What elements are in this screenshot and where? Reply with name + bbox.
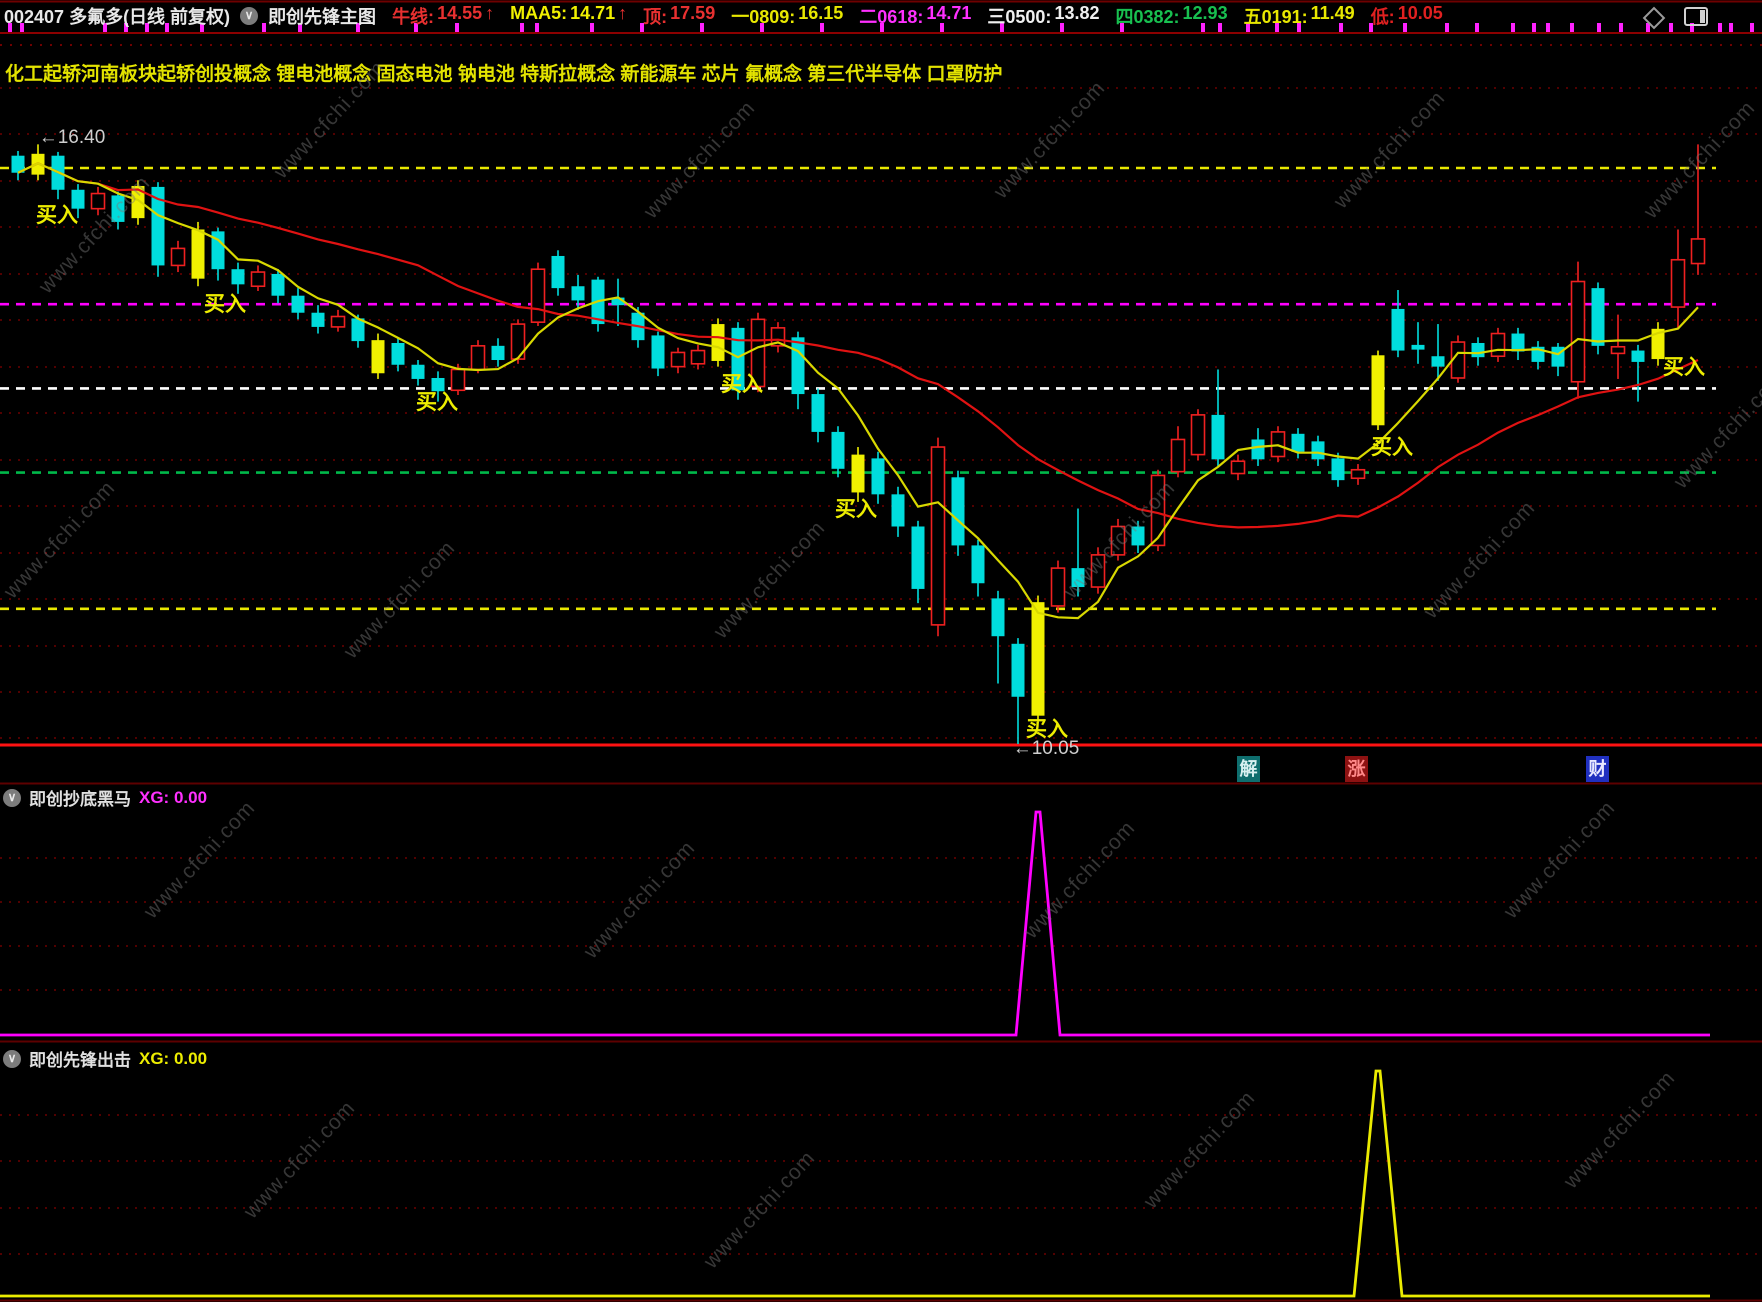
high-price-note: ←16.40: [38, 127, 106, 148]
chevron-down-icon[interactable]: ∨: [240, 7, 259, 25]
panel3-header: ∨ 即创先锋出击 XG: 0.00: [3, 1046, 207, 1071]
indicator-field-6: 四0382: 12.93: [1115, 3, 1228, 27]
chevron-down-icon[interactable]: ∨: [3, 1049, 21, 1068]
buy-signal-label: 买入: [416, 391, 458, 414]
indicator-values: 牛线: 14.55 ↑ MAA5: 14.71 ↑ 顶: 17.59 一0809: 16.15 二0…: [392, 3, 1443, 29]
indicator-field-3: 一0809: 16.15: [731, 3, 844, 27]
panel2-title[interactable]: 即创抄底黑马: [29, 785, 131, 810]
header-bar: 002407 多氟多(日线 前复权) ∨ 即创先锋主图 牛线: 14.55 ↑ MAA…: [4, 3, 1443, 29]
buy-signal-label: 买入: [1663, 356, 1705, 379]
indicator-name[interactable]: 即创先锋主图: [268, 3, 376, 29]
stock-title: 002407 多氟多(日线 前复权): [4, 7, 231, 27]
indicator-field-8: 低: 10.05: [1370, 3, 1443, 27]
tool-badge[interactable]: 解: [1237, 756, 1260, 782]
buy-signal-label: 买入: [1371, 436, 1413, 459]
indicator-field-4: 二0618: 14.71: [859, 3, 972, 27]
panel3-title[interactable]: 即创先锋出击: [29, 1046, 131, 1071]
app-window: 002407 多氟多(日线 前复权) ∨ 即创先锋主图 牛线: 14.55 ↑ MAA…: [0, 0, 1762, 1302]
indicator-field-0: 牛线: 14.55 ↑: [392, 3, 495, 27]
tool-badge[interactable]: 财: [1586, 756, 1609, 782]
concept-tags: 化工起轿河南板块起轿创投概念 锂电池概念 固态电池 钠电池 特斯拉概念 新能源车…: [5, 64, 1003, 85]
chart-canvas[interactable]: [0, 0, 1762, 1302]
indicator-field-7: 五0191: 11.49: [1243, 3, 1355, 27]
panel3-xg-value: XG: 0.00: [139, 1048, 208, 1068]
panel2-xg-value: XG: 0.00: [139, 787, 208, 807]
panel-layout-icon[interactable]: [1684, 7, 1708, 26]
tool-badge[interactable]: 涨: [1345, 756, 1368, 782]
indicator-field-1: MAA5: 14.71 ↑: [510, 3, 628, 23]
indicator-field-2: 顶: 17.59: [643, 3, 716, 27]
panel-layout-icon-bar: [1700, 10, 1705, 23]
buy-signal-label: 买入: [36, 204, 78, 227]
chevron-down-icon[interactable]: ∨: [3, 788, 21, 807]
indicator-field-5: 三0500: 13.82: [987, 3, 1100, 27]
buy-signal-label: 买入: [1026, 718, 1068, 741]
panel2-header: ∨ 即创抄底黑马 XG: 0.00: [3, 785, 207, 810]
buy-signal-label: 买入: [835, 498, 877, 521]
buy-signal-label: 买入: [204, 293, 246, 316]
buy-signal-label: 买入: [721, 373, 763, 396]
